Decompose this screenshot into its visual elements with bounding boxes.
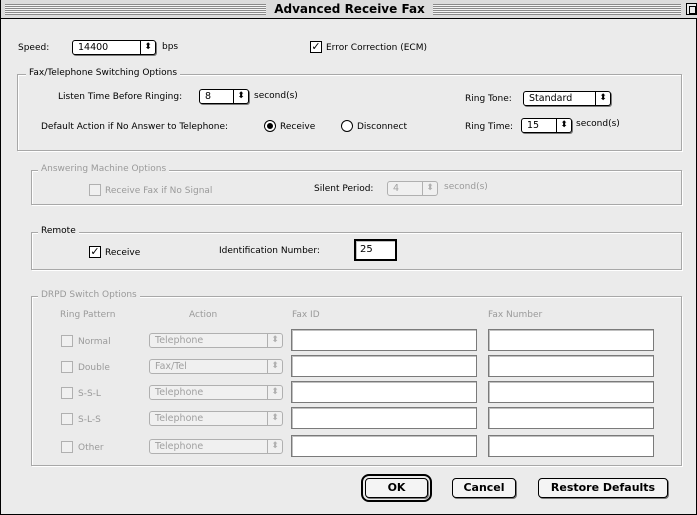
speed-unit: bps <box>162 42 179 52</box>
disconnect-radio-label: Disconnect <box>357 122 407 132</box>
popup-arrow-icon: ⬍ <box>595 92 610 105</box>
ring-time-value: 15 <box>527 120 540 131</box>
drpd-action-popup[interactable]: Telephone ⬍ <box>149 439 283 454</box>
restore-defaults-button[interactable]: Restore Defaults <box>538 478 668 498</box>
ring-time-popup[interactable]: 15 ⬍ <box>521 118 572 133</box>
popup-arrow-icon: ⬍ <box>267 386 282 399</box>
drpd-action-popup[interactable]: Fax/Tel ⬍ <box>149 359 283 374</box>
drpd-pattern-label: Normal <box>78 337 111 347</box>
drpd-other-checkbox[interactable] <box>61 441 73 453</box>
fax-tel-group <box>17 74 682 151</box>
drpd-action-popup[interactable]: Telephone ⬍ <box>149 333 283 348</box>
drpd-double-checkbox[interactable] <box>61 361 73 373</box>
ecm-label: Error Correction (ECM) <box>326 43 427 53</box>
drpd-fax-number-field[interactable] <box>488 407 654 429</box>
fax-id-header: Fax ID <box>292 310 320 320</box>
answering-machine-group-title: Answering Machine Options <box>38 163 170 175</box>
identification-number-label: Identification Number: <box>219 246 320 256</box>
drpd-action-value: Telephone <box>155 413 204 424</box>
silent-period-unit: second(s) <box>444 182 488 192</box>
fax-tel-group-title: Fax/Telephone Switching Options <box>26 67 181 79</box>
drpd-pattern-label: Other <box>78 443 104 453</box>
drpd-pattern-label: S-S-L <box>78 389 101 399</box>
popup-arrow-icon: ⬍ <box>233 90 248 103</box>
speed-popup[interactable]: 14400 ⬍ <box>72 40 156 55</box>
drpd-fax-id-field[interactable] <box>291 329 477 351</box>
drpd-fax-number-field[interactable] <box>488 381 654 403</box>
drpd-fax-number-field[interactable] <box>488 435 654 457</box>
drpd-fax-number-field[interactable] <box>488 355 654 377</box>
remote-receive-checkbox[interactable]: ✓ <box>89 246 101 258</box>
receive-radio-label: Receive <box>280 122 316 132</box>
ring-tone-value: Standard <box>529 93 573 104</box>
checkmark-icon: ✓ <box>90 245 100 258</box>
title-bar[interactable]: Advanced Receive Fax <box>1 0 697 19</box>
popup-arrow-icon: ⬍ <box>267 334 282 347</box>
ecm-checkbox[interactable]: ✓ <box>310 41 322 53</box>
receive-no-signal-label: Receive Fax if No Signal <box>105 186 213 196</box>
ring-time-unit: second(s) <box>576 119 620 129</box>
drpd-fax-id-field[interactable] <box>291 381 477 403</box>
drpd-action-value: Telephone <box>155 387 204 398</box>
drpd-action-popup[interactable]: Telephone ⬍ <box>149 411 283 426</box>
drpd-fax-id-field[interactable] <box>291 407 477 429</box>
drpd-pattern-label: Double <box>78 363 110 373</box>
popup-arrow-icon: ⬍ <box>556 119 571 132</box>
ring-time-label: Ring Time: <box>465 122 514 132</box>
ok-button[interactable]: OK <box>361 474 432 502</box>
drpd-action-value: Fax/Tel <box>155 361 187 372</box>
default-action-label: Default Action if No Answer to Telephone… <box>41 122 229 132</box>
fax-number-header: Fax Number <box>488 310 543 320</box>
silent-period-value: 4 <box>393 183 400 194</box>
speed-value: 14400 <box>78 42 109 53</box>
drpd-ssl-checkbox[interactable] <box>61 387 73 399</box>
popup-arrow-icon: ⬍ <box>267 440 282 453</box>
action-header: Action <box>189 310 218 320</box>
silent-period-popup[interactable]: 4 ⬍ <box>387 181 438 196</box>
drpd-fax-id-field[interactable] <box>291 435 477 457</box>
checkmark-icon: ✓ <box>311 40 321 53</box>
ring-pattern-header: Ring Pattern <box>60 310 116 320</box>
listen-time-label: Listen Time Before Ringing: <box>58 92 183 102</box>
zoom-box-icon[interactable] <box>686 3 697 15</box>
drpd-action-popup[interactable]: Telephone ⬍ <box>149 385 283 400</box>
disconnect-radio[interactable] <box>341 120 353 132</box>
drpd-fax-number-field[interactable] <box>488 329 654 351</box>
listen-time-popup[interactable]: 8 ⬍ <box>199 89 249 104</box>
drpd-fax-id-field[interactable] <box>291 355 477 377</box>
identification-number-field[interactable]: 25 <box>354 239 397 261</box>
advanced-receive-fax-dialog: Advanced Receive Fax Speed: 14400 ⬍ bps … <box>0 0 697 515</box>
listen-time-value: 8 <box>205 91 212 102</box>
drpd-sls-checkbox[interactable] <box>61 413 73 425</box>
remote-group-title: Remote <box>38 225 79 237</box>
ring-tone-popup[interactable]: Standard ⬍ <box>523 91 611 106</box>
popup-arrow-icon: ⬍ <box>422 182 437 195</box>
drpd-action-value: Telephone <box>155 335 204 346</box>
receive-no-signal-checkbox[interactable] <box>89 184 101 196</box>
drpd-action-value: Telephone <box>155 441 204 452</box>
speed-label: Speed: <box>18 43 50 53</box>
listen-time-unit: second(s) <box>254 91 298 101</box>
ring-tone-label: Ring Tone: <box>465 94 512 104</box>
cancel-button[interactable]: Cancel <box>452 478 516 498</box>
popup-arrow-icon: ⬍ <box>267 360 282 373</box>
remote-receive-label: Receive <box>105 248 141 258</box>
window-title: Advanced Receive Fax <box>266 2 433 16</box>
receive-radio[interactable] <box>264 120 276 132</box>
popup-arrow-icon: ⬍ <box>267 412 282 425</box>
popup-arrow-icon: ⬍ <box>140 41 155 54</box>
drpd-group-title: DRPD Switch Options <box>38 289 140 301</box>
silent-period-label: Silent Period: <box>314 184 374 194</box>
drpd-pattern-label: S-L-S <box>78 415 101 425</box>
drpd-normal-checkbox[interactable] <box>61 335 73 347</box>
